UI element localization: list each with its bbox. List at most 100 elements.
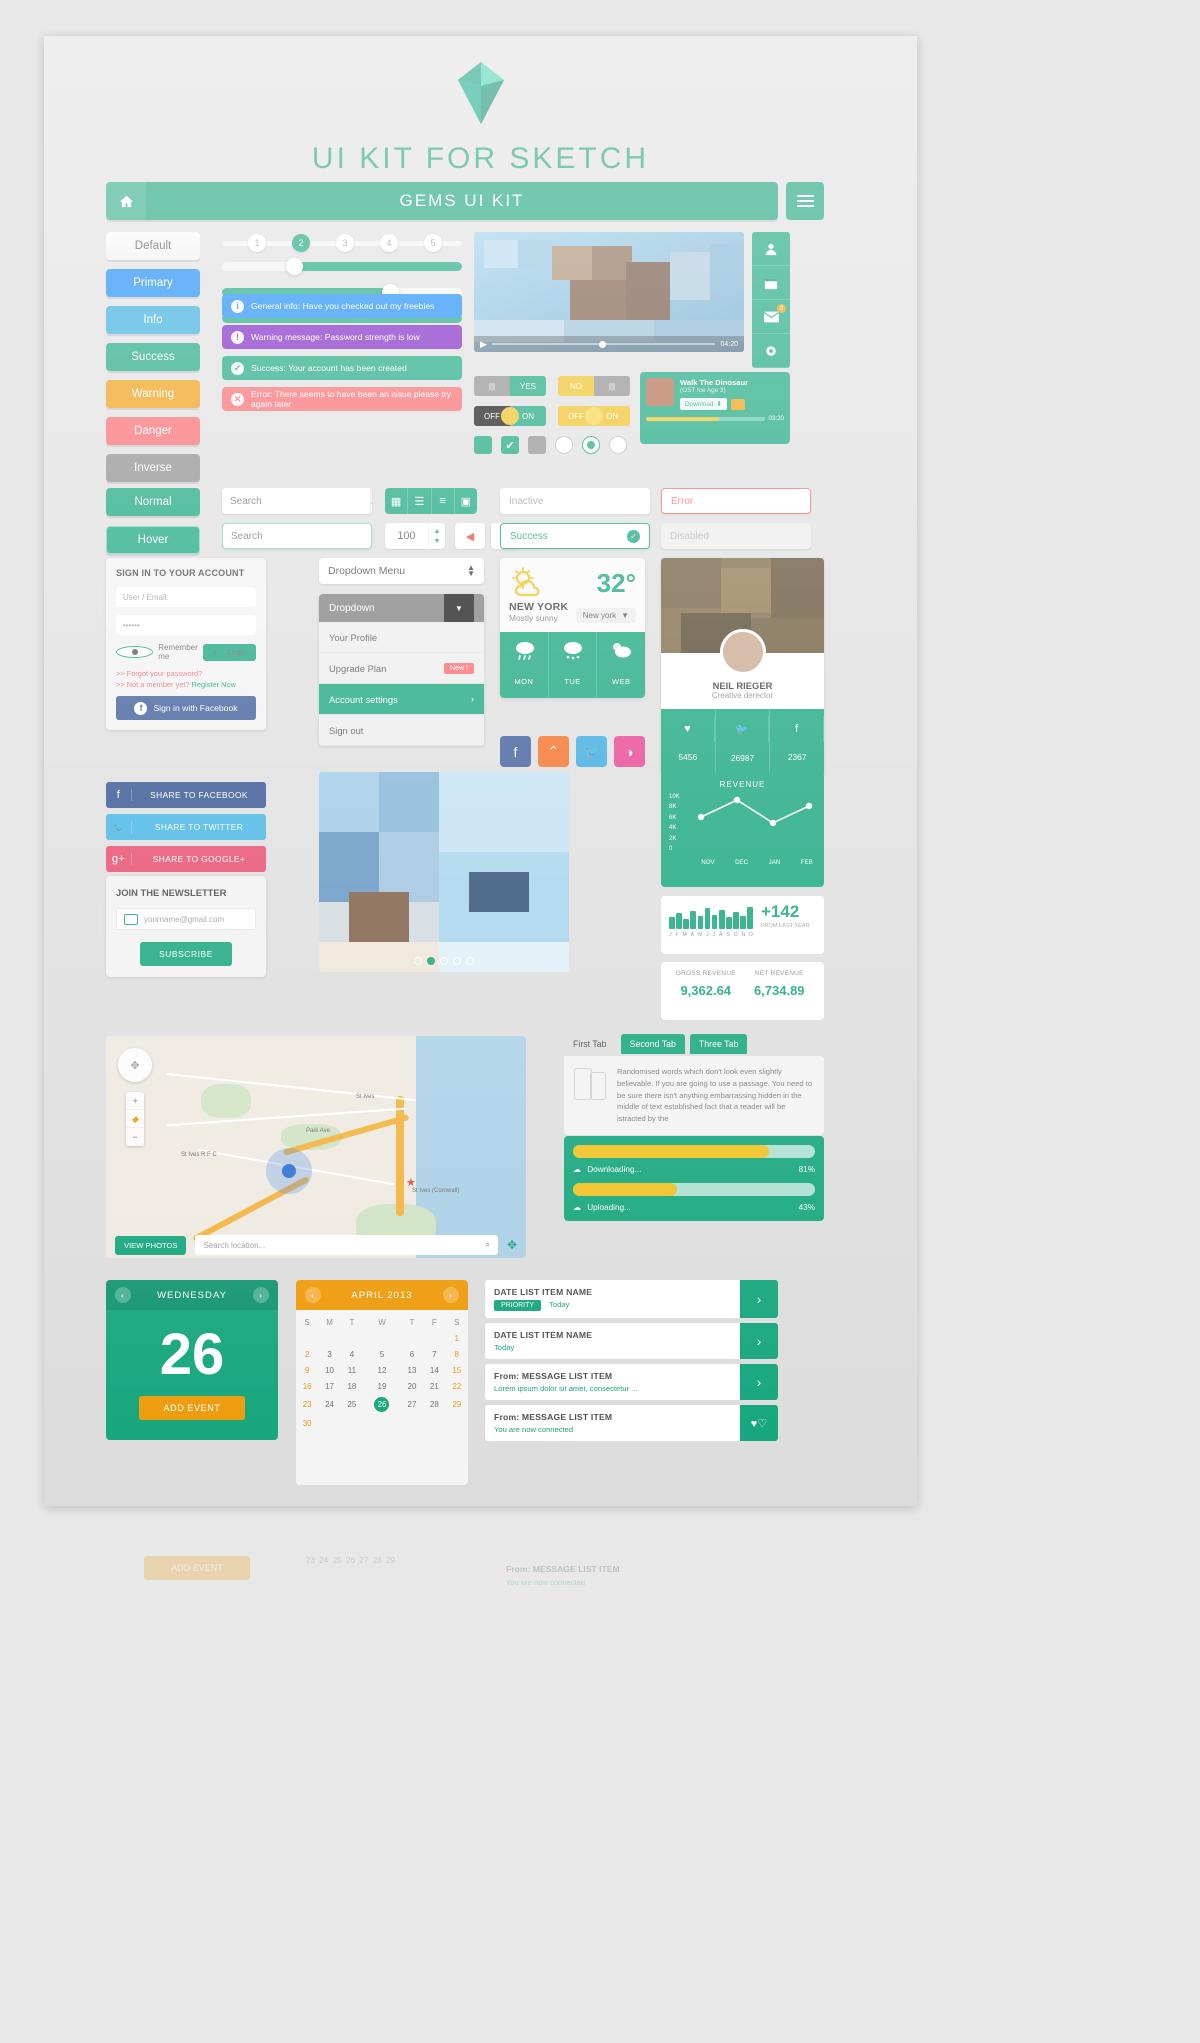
- rail-calendar[interactable]: [752, 266, 790, 300]
- stat-twitter[interactable]: 🐦 26987: [716, 709, 771, 777]
- button-info[interactable]: Info: [106, 306, 200, 334]
- chevron-right-icon[interactable]: ›: [253, 1287, 269, 1303]
- button-warning[interactable]: Warning: [106, 380, 200, 408]
- search-icon[interactable]: ⌕: [370, 488, 372, 514]
- input-inactive[interactable]: Inactive: [500, 488, 650, 514]
- gallery-icon[interactable]: ▣: [455, 488, 477, 514]
- menu-item-signout[interactable]: Sign out: [319, 715, 484, 746]
- hearts-icon[interactable]: ♥♡: [740, 1405, 778, 1441]
- alert-success[interactable]: ✓ Success: Your account has been created: [222, 356, 462, 380]
- button-hover[interactable]: Hover: [106, 526, 200, 554]
- tab-three[interactable]: Three Tab: [689, 1034, 748, 1054]
- map-widget[interactable]: St Ives Park Ave St Ives R F C St Ives (…: [106, 1036, 526, 1258]
- alert-info[interactable]: i General info: Have you checked out my …: [222, 294, 462, 318]
- media-gallery[interactable]: [319, 772, 569, 972]
- dot[interactable]: [466, 957, 474, 965]
- login-button[interactable]: ⚷ Login: [202, 643, 257, 661]
- view-photos-button[interactable]: VIEW PHOTOS: [115, 1235, 187, 1255]
- grid-icon[interactable]: ▦: [385, 488, 409, 514]
- register-now-link[interactable]: Register Now: [192, 680, 236, 689]
- rail-user[interactable]: [752, 232, 790, 266]
- add-event-button[interactable]: ADD EVENT: [139, 1396, 245, 1420]
- dribbble-icon[interactable]: ◑: [614, 736, 645, 767]
- chevron-right-icon[interactable]: ›: [740, 1323, 778, 1359]
- stat-facebook[interactable]: f 2367: [770, 709, 824, 777]
- gallery-dots[interactable]: [319, 957, 569, 965]
- button-inverse[interactable]: Inverse: [106, 454, 200, 482]
- fullscreen-icon[interactable]: ✥: [507, 1238, 517, 1252]
- video-thumbnail[interactable]: ▶ 04:20: [474, 232, 744, 352]
- stat-likes[interactable]: ♥ 5456: [661, 709, 716, 777]
- share-facebook-button[interactable]: f SHARE TO FACEBOOK: [106, 782, 266, 808]
- remember-me-radio[interactable]: [116, 646, 154, 658]
- video-controls[interactable]: ▶ 04:20: [474, 336, 744, 352]
- switch-handle[interactable]: [585, 407, 603, 425]
- triangle-left-icon[interactable]: ◀: [455, 523, 485, 549]
- list-item[interactable]: From: MESSAGE LIST ITEM Lorem ipsum dolo…: [485, 1364, 778, 1400]
- map-zoom-control[interactable]: + ◆ −: [126, 1092, 144, 1146]
- search-field[interactable]: [223, 524, 371, 548]
- search-input-hover[interactable]: ⌕: [222, 523, 372, 549]
- city-picker[interactable]: New york ▼: [575, 608, 636, 623]
- button-normal[interactable]: Normal: [106, 488, 200, 516]
- switch-yellow[interactable]: OFF ON: [558, 406, 630, 426]
- newsletter-input[interactable]: yourname@gmail.com: [116, 908, 256, 930]
- button-primary[interactable]: Primary: [106, 269, 200, 297]
- zoom-out-icon[interactable]: −: [126, 1128, 144, 1146]
- register-link[interactable]: >> Not a member yet? Register Now: [116, 680, 256, 689]
- quantity-stepper[interactable]: 100 ▲ ▼: [385, 523, 445, 549]
- step-1[interactable]: 1: [248, 234, 266, 252]
- button-success[interactable]: Success: [106, 343, 200, 371]
- rail-settings[interactable]: [752, 334, 790, 368]
- radio-empty[interactable]: [555, 436, 573, 454]
- button-danger[interactable]: Danger: [106, 417, 200, 445]
- map-pin-icon[interactable]: ◆: [126, 1110, 144, 1128]
- search-icon[interactable]: ⌕: [371, 524, 372, 548]
- menu-item-profile[interactable]: Your Profile: [319, 622, 484, 653]
- list-item[interactable]: From: MESSAGE LIST ITEM You are now conn…: [485, 1405, 778, 1441]
- tab-first[interactable]: First Tab: [564, 1034, 616, 1054]
- password-field[interactable]: ••••••: [116, 615, 256, 635]
- button-default[interactable]: Default: [106, 232, 200, 260]
- toggle-no[interactable]: NO |||: [558, 376, 630, 396]
- player-progress[interactable]: [646, 416, 765, 421]
- switch-handle[interactable]: [501, 407, 519, 425]
- radio-selected[interactable]: [582, 436, 600, 454]
- dropdown-select[interactable]: Dropdown Menu ▲ ▼: [319, 558, 484, 584]
- menu-item-upgrade[interactable]: Upgrade Plan New !: [319, 653, 484, 684]
- dot[interactable]: [440, 957, 448, 965]
- alert-error[interactable]: ✕ Error: There seems to have been an iss…: [222, 387, 462, 411]
- share-twitter-button[interactable]: 🐦 SHARE TO TWITTER: [106, 814, 266, 840]
- twitter-icon[interactable]: 🐦: [576, 736, 607, 767]
- stepper-arrows[interactable]: ▲ ▼: [428, 523, 445, 549]
- chevron-left-icon[interactable]: ‹: [115, 1287, 131, 1303]
- rail-mail[interactable]: 3: [752, 300, 790, 334]
- forecast-tue[interactable]: TUE: [549, 632, 598, 698]
- email-field[interactable]: User / Email:: [116, 587, 256, 607]
- step-2[interactable]: 2: [292, 234, 310, 252]
- chevron-right-icon[interactable]: ›: [443, 1287, 459, 1303]
- input-success[interactable]: Success ✓: [500, 523, 650, 549]
- slider-handle[interactable]: [286, 258, 303, 275]
- input-error[interactable]: Error: [661, 488, 811, 514]
- chevron-right-icon[interactable]: ›: [740, 1280, 778, 1318]
- checkbox-checked[interactable]: ✔: [501, 436, 519, 454]
- checkbox-filled[interactable]: [474, 436, 492, 454]
- forecast-mon[interactable]: MON: [500, 632, 549, 698]
- facebook-icon[interactable]: f: [500, 736, 531, 767]
- video-progress[interactable]: [491, 340, 716, 348]
- zoom-in-icon[interactable]: +: [126, 1092, 144, 1110]
- subscribe-button[interactable]: SUBSCRIBE: [140, 942, 232, 966]
- search-icon[interactable]: ⌕: [485, 1240, 489, 1250]
- forecast-web[interactable]: WEB: [597, 632, 645, 698]
- list-item[interactable]: DATE LIST ITEM NAME PRIORITY Today ›: [485, 1280, 778, 1318]
- step-3[interactable]: 3: [336, 234, 354, 252]
- share-googleplus-button[interactable]: g+ SHARE TO GOOGLE+: [106, 846, 266, 872]
- step-5[interactable]: 5: [424, 234, 442, 252]
- forgot-password-link[interactable]: >> Forgot your password?: [116, 669, 256, 678]
- lines-icon[interactable]: ≡: [432, 488, 455, 514]
- facebook-signin-button[interactable]: f Sign in with Facebook: [116, 696, 256, 720]
- search-input-normal[interactable]: ⌕: [222, 488, 372, 514]
- menu-item-account-settings[interactable]: Account settings ›: [319, 684, 484, 715]
- search-field[interactable]: [222, 488, 370, 514]
